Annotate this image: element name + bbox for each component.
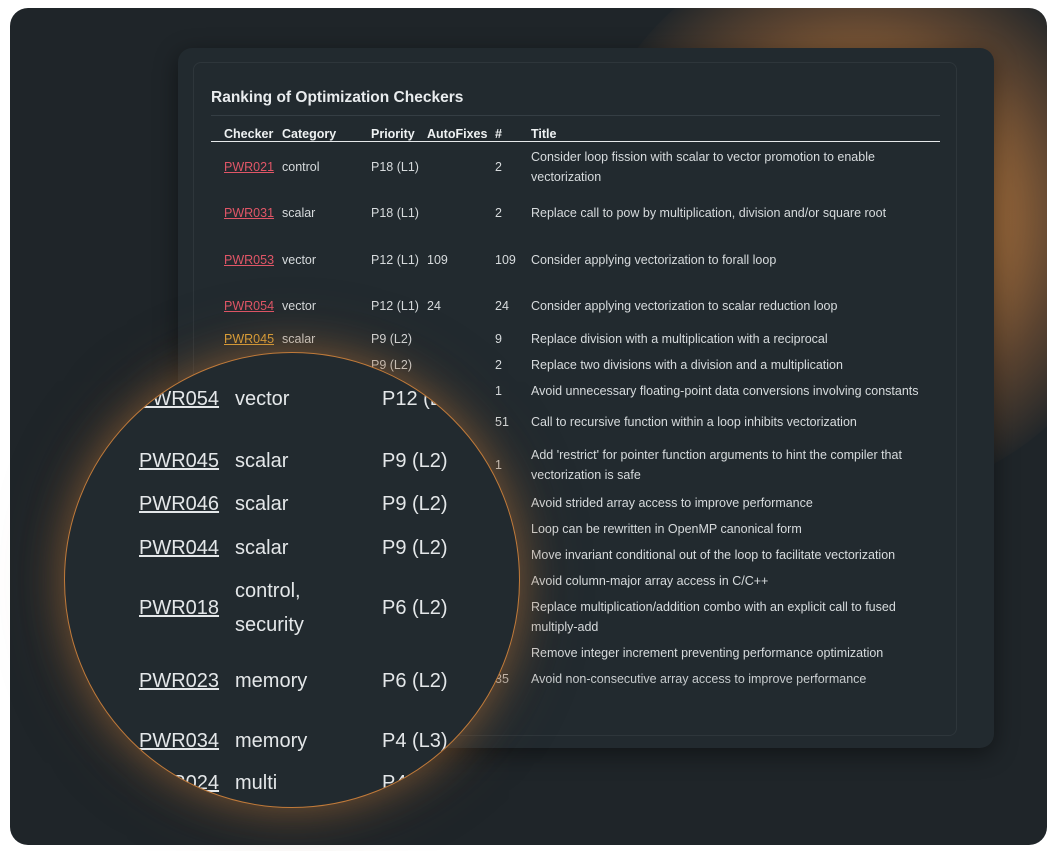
title-cell: Replace two divisions with a division an… — [531, 358, 843, 372]
checker-link[interactable]: PWR045 — [224, 329, 274, 349]
category-cell: control — [282, 160, 320, 174]
title-cell: Loop can be rewritten in OpenMP canonica… — [531, 522, 802, 536]
magnified-category: vector — [235, 388, 290, 410]
priority-cell: P12 (L1) — [371, 299, 419, 313]
checker-link[interactable]: PWR053 — [224, 250, 274, 270]
magnified-row: PWR024 multi P4 (L3) — [65, 766, 519, 800]
title-cell: Replace division with a multiplication w… — [531, 332, 828, 346]
category-cell: scalar — [282, 206, 316, 220]
magnified-category: scalar — [235, 450, 289, 472]
header-checker[interactable]: Checker — [224, 127, 273, 141]
magnified-priority: P12 (L1) — [382, 388, 459, 410]
magnified-checker-link[interactable]: PWR044 — [139, 531, 219, 565]
title-cell: Replace call to pow by multiplication, d… — [531, 206, 887, 220]
autofixes-cell: 24 — [427, 299, 441, 313]
title-cell: Move invariant conditional out of the lo… — [531, 548, 896, 562]
magnified-priority: P9 (L2) — [382, 537, 448, 559]
priority-cell: P12 (L1) — [371, 253, 419, 267]
title-cell: Add 'restrict' for pointer function argu… — [531, 448, 902, 482]
title-cell: Avoid strided array access to improve pe… — [531, 496, 813, 510]
header-count[interactable]: # — [495, 127, 502, 141]
magnified-priority: P6 (L2) — [382, 597, 448, 619]
magnified-row: PWR054 vector P12 (L1) — [65, 365, 519, 433]
title-cell: Avoid column-major array access in C/C++ — [531, 574, 769, 588]
magnified-checker-link[interactable]: PWR023 — [139, 664, 219, 698]
magnified-checker-link[interactable]: PWR034 — [139, 724, 219, 758]
table-header: Checker Category Priority AutoFixes # Ti… — [211, 121, 940, 142]
magnified-checker-link[interactable]: PWR046 — [139, 487, 219, 521]
table-row[interactable]: PWR045 scalar P9 (L2) 9 Replace division wit… — [211, 327, 940, 351]
magnified-row: PWR023 memory P6 (L2) — [65, 664, 519, 698]
magnified-row: PWR018 control, security P6 (L2) — [65, 572, 519, 644]
magnified-priority: P6 (L2) — [382, 670, 448, 692]
priority-cell: P18 (L1) — [371, 206, 419, 220]
priority-cell: P9 (L2) — [371, 332, 412, 346]
table-row[interactable]: PWR021 control P18 (L1) 2 Consider loop fiss… — [211, 145, 940, 189]
count-cell: 109 — [495, 253, 516, 267]
table-row[interactable]: PWR053 vector P12 (L1) 109 109 Consider apply… — [211, 238, 940, 282]
count-cell: 9 — [495, 332, 502, 346]
magnified-row: PWR045 scalar P9 (L2) — [65, 444, 519, 478]
title-cell: Consider applying vectorization to foral… — [531, 253, 777, 267]
magnified-priority: P4 (L3) — [382, 730, 448, 752]
autofixes-cell: 109 — [427, 253, 448, 267]
magnified-priority: P9 (L2) — [382, 493, 448, 515]
title-cell: Remove integer increment preventing perf… — [531, 646, 884, 660]
checker-link[interactable]: PWR021 — [224, 157, 274, 177]
magnified-checker-link[interactable]: PWR018 — [139, 591, 219, 625]
count-cell: 24 — [495, 299, 509, 313]
magnified-checker-link[interactable]: PWR054 — [139, 382, 219, 416]
magnified-checker-link[interactable]: PWR024 — [139, 766, 219, 800]
title-cell: Consider applying vectorization to scala… — [531, 299, 838, 313]
magnified-category: memory — [235, 730, 308, 752]
category-cell: vector — [282, 299, 317, 313]
table-row[interactable]: PWR031 scalar P18 (L1) 2 Replace call to pow… — [211, 191, 940, 235]
title-cell: Consider loop fission with scalar to vec… — [531, 150, 875, 184]
title-cell: Avoid unnecessary floating-point data co… — [531, 384, 919, 398]
magnified-category: memory — [235, 670, 308, 692]
magnified-category: scalar — [235, 493, 289, 515]
count-cell: 2 — [495, 206, 502, 220]
category-cell: vector — [282, 253, 317, 267]
magnified-category: scalar — [235, 537, 289, 559]
count-cell: 2 — [495, 160, 502, 174]
priority-cell: P18 (L1) — [371, 160, 419, 174]
panel-title: Ranking of Optimization Checkers — [211, 89, 940, 116]
checker-link[interactable]: PWR031 — [224, 203, 274, 223]
header-category[interactable]: Category — [282, 127, 336, 141]
title-cell: Call to recursive function within a loop… — [531, 415, 857, 429]
magnified-priority: P9 (L2) — [382, 450, 448, 472]
magnified-category: multi — [235, 772, 278, 794]
magnified-priority: P4 (L3) — [382, 772, 448, 794]
magnifier-lens: PWR054 vector P12 (L1) PWR045 scalar P9 (L2) P… — [64, 352, 520, 808]
category-cell: scalar — [282, 332, 316, 346]
header-title[interactable]: Title — [531, 127, 556, 141]
header-priority[interactable]: Priority — [371, 127, 415, 141]
magnified-checker-link[interactable]: PWR045 — [139, 444, 219, 478]
title-cell: Replace multiplication/addition combo wi… — [531, 600, 896, 634]
magnified-category: control, security — [235, 580, 304, 636]
checker-link[interactable]: PWR054 — [224, 296, 274, 316]
magnified-row: PWR046 scalar P9 (L2) — [65, 487, 519, 521]
magnified-row: PWR034 memory P4 (L3) — [65, 724, 519, 758]
header-autofixes[interactable]: AutoFixes — [427, 127, 487, 141]
table-row[interactable]: PWR054 vector P12 (L1) 24 24 Consider applyin… — [211, 284, 940, 328]
magnified-row: PWR044 scalar P9 (L2) — [65, 531, 519, 565]
